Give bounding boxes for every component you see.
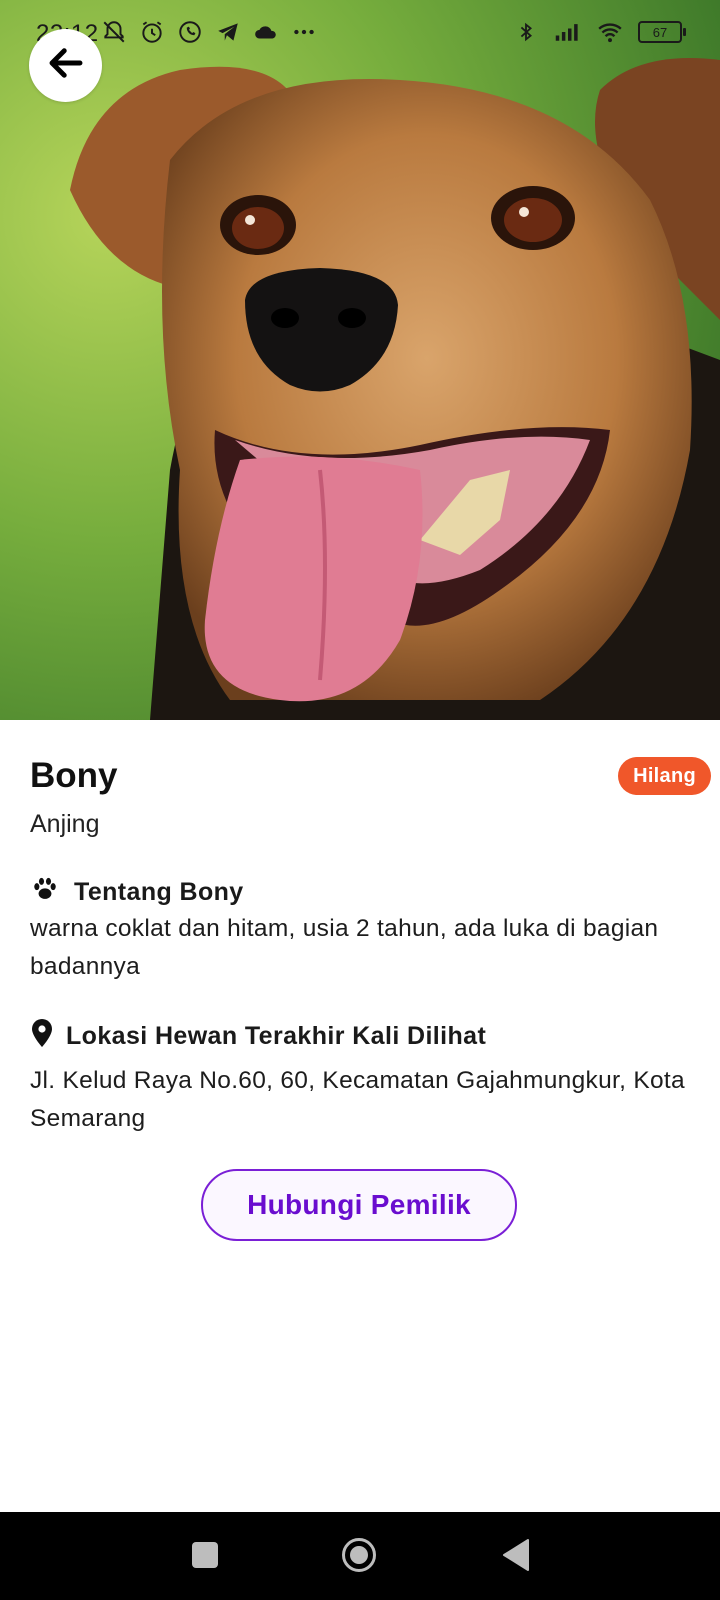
location-heading: Lokasi Hewan Terakhir Kali Dilihat — [30, 1018, 486, 1055]
location-pin-icon — [30, 1018, 54, 1055]
location-text: Jl. Kelud Raya No.60, 60, Kecamatan Gaja… — [30, 1067, 685, 1132]
location-heading-label: Lokasi Hewan Terakhir Kali Dilihat — [66, 1022, 487, 1050]
more-dots-icon — [290, 18, 318, 46]
notification-icons — [100, 18, 318, 46]
muted-bell-icon — [100, 18, 128, 46]
battery-indicator: 67 — [638, 21, 686, 43]
about-heading: Tentang Bony — [30, 875, 244, 910]
dog-photo-illustration — [0, 0, 720, 720]
whatsapp-icon — [176, 18, 204, 46]
navigation-bar — [0, 1512, 720, 1600]
telegram-icon — [214, 18, 242, 46]
pet-photo — [0, 0, 720, 720]
wifi-icon — [596, 18, 624, 46]
about-heading-label: Tentang Bony — [74, 878, 244, 906]
back-button[interactable] — [29, 29, 102, 102]
system-icons: 67 — [512, 18, 686, 46]
cloud-icon — [252, 18, 280, 46]
alarm-icon — [138, 18, 166, 46]
about-text: warna coklat dan hitam, usia 2 tahun, ad… — [30, 915, 659, 980]
arrow-left-icon — [45, 42, 87, 89]
recents-button[interactable] — [192, 1542, 218, 1568]
status-badge: Hilang — [618, 757, 711, 795]
contact-owner-button[interactable]: Hubungi Pemilik — [201, 1169, 517, 1241]
nav-back-button[interactable] — [502, 1538, 530, 1572]
status-bar: 22:12 67 — [0, 0, 720, 70]
bluetooth-icon — [512, 18, 540, 46]
pet-name: Bony — [30, 756, 118, 795]
signal-icon — [554, 18, 582, 46]
pet-species: Anjing — [30, 810, 100, 838]
paw-icon — [30, 875, 60, 910]
home-button[interactable] — [341, 1537, 377, 1573]
